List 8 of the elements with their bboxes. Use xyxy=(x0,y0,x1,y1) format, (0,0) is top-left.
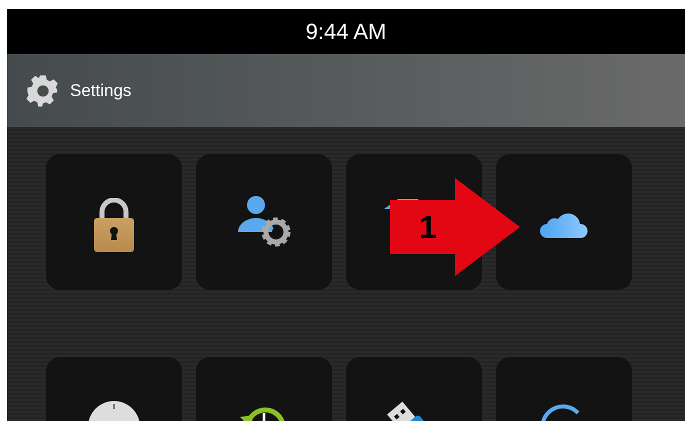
settings-tile[interactable] xyxy=(196,154,332,290)
settings-icon xyxy=(26,74,60,108)
annotation-number: 1 xyxy=(419,209,437,246)
settings-tile[interactable] xyxy=(496,154,632,290)
lock-icon xyxy=(94,198,134,252)
clock-time: 9:44 AM xyxy=(306,18,386,44)
settings-tile[interactable] xyxy=(46,154,182,290)
header-title: Settings xyxy=(70,80,132,100)
